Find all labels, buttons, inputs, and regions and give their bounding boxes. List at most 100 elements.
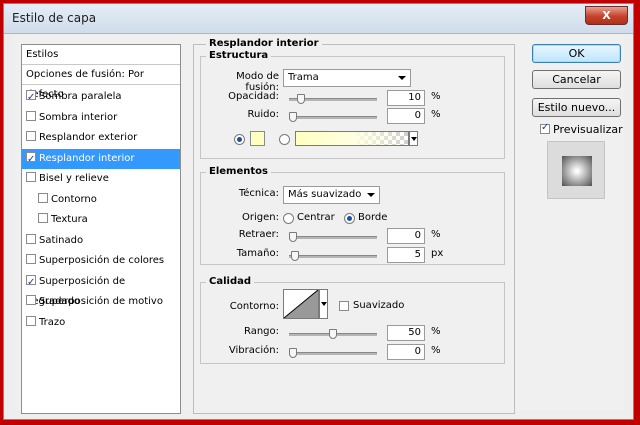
ok-button[interactable]: OK (532, 44, 621, 63)
percent-unit: % (431, 345, 441, 356)
preview-label: Previsualizar (553, 123, 623, 136)
percent-unit: % (431, 229, 441, 240)
noise-slider[interactable] (289, 112, 377, 122)
style-checkbox[interactable] (26, 110, 36, 121)
antialias-checkbox[interactable] (339, 301, 349, 311)
chevron-down-icon (321, 302, 327, 306)
size-label: Tamaño: (236, 248, 279, 259)
opacity-input[interactable]: 10 (387, 90, 425, 106)
choke-slider[interactable] (289, 232, 377, 242)
preview-swatch (562, 156, 592, 186)
gradient-dropdown[interactable] (409, 131, 418, 146)
style-item-4[interactable]: Bisel y relieve (22, 169, 180, 189)
style-checkbox[interactable] (26, 88, 36, 108)
origin-center-label[interactable]: Centrar (297, 212, 335, 223)
style-item-label: Contorno (51, 193, 97, 205)
style-item-2[interactable]: Resplandor exterior (22, 128, 180, 148)
slider-thumb[interactable] (289, 348, 297, 358)
technique-value: Más suavizado (288, 189, 362, 200)
origin-label: Origen: (242, 212, 279, 223)
style-checkbox[interactable] (26, 233, 36, 244)
chevron-down-icon (398, 76, 406, 80)
choke-label: Retraer: (238, 229, 279, 240)
antialias-label[interactable]: Suavizado (353, 300, 404, 311)
style-item-6[interactable]: Textura (22, 210, 180, 230)
quality-title: Calidad (206, 276, 255, 287)
size-slider[interactable] (289, 251, 377, 261)
origin-edge-radio[interactable] (344, 213, 355, 224)
new-style-button[interactable]: Estilo nuevo... (532, 98, 621, 117)
style-preview (547, 141, 605, 199)
opacity-label: Opacidad: (228, 91, 279, 102)
jitter-slider[interactable] (289, 348, 377, 358)
style-item-label: Resplandor exterior (39, 132, 138, 143)
style-item-label: Bisel y relieve (39, 173, 109, 184)
style-item-8[interactable]: Superposición de colores (22, 251, 180, 271)
percent-unit: % (431, 326, 441, 337)
choke-input[interactable]: 0 (387, 228, 425, 244)
contour-dropdown[interactable] (319, 289, 328, 319)
slider-thumb[interactable] (290, 251, 299, 261)
percent-unit: % (431, 109, 441, 120)
range-input[interactable]: 50 (387, 325, 425, 341)
style-item-label: Trazo (39, 316, 66, 328)
style-item-3[interactable]: Resplandor interior (22, 148, 180, 170)
style-item-10[interactable]: Superposición de motivo (22, 292, 180, 312)
style-item-9[interactable]: Superposición de degradado (22, 272, 180, 307)
style-checkbox[interactable] (38, 192, 48, 203)
style-checkbox[interactable] (26, 131, 36, 141)
chevron-down-icon (367, 193, 375, 197)
styles-list-header[interactable]: Estilos (22, 45, 180, 65)
window-title: Estilo de capa (12, 11, 97, 25)
blend-mode-value: Trama (288, 72, 319, 83)
style-checkbox[interactable] (26, 295, 36, 305)
style-item-11[interactable]: Trazo (22, 313, 180, 333)
contour-curve-icon (283, 289, 319, 319)
close-button[interactable]: X (585, 6, 628, 25)
style-item-7[interactable]: Satinado (22, 231, 180, 251)
origin-center-radio[interactable] (283, 213, 294, 224)
structure-title: Estructura (206, 50, 272, 61)
glow-color-swatch[interactable] (250, 131, 265, 146)
style-checkbox[interactable] (26, 172, 36, 182)
preview-toggle[interactable]: Previsualizar (540, 122, 623, 136)
style-checkbox[interactable] (26, 273, 36, 293)
size-input[interactable]: 5 (387, 247, 425, 263)
slider-thumb[interactable] (289, 112, 297, 122)
contour-label: Contorno: (229, 301, 279, 312)
blending-options-item[interactable]: Opciones de fusión: Por defecto (22, 65, 180, 100)
solid-color-radio[interactable] (234, 134, 245, 145)
opacity-slider[interactable] (289, 94, 377, 104)
technique-select[interactable]: Más suavizado (283, 186, 380, 204)
panel-title: Resplandor interior (206, 38, 322, 49)
gradient-radio[interactable] (279, 134, 290, 145)
style-item-label: Sombra paralela (39, 91, 122, 102)
blend-mode-select[interactable]: Trama (283, 69, 411, 87)
preview-checkbox[interactable] (540, 122, 550, 134)
slider-thumb[interactable] (289, 232, 297, 242)
percent-unit: % (431, 91, 441, 102)
range-slider[interactable] (289, 329, 377, 339)
style-item-5[interactable]: Contorno (22, 190, 180, 210)
style-checkbox[interactable] (26, 315, 36, 326)
style-item-0[interactable]: Sombra paralela (22, 87, 180, 108)
style-item-1[interactable]: Sombra interior (22, 108, 180, 128)
style-checkbox[interactable] (26, 254, 36, 264)
origin-edge-label[interactable]: Borde (358, 212, 387, 223)
jitter-input[interactable]: 0 (387, 344, 425, 360)
style-item-label: Textura (51, 214, 88, 225)
slider-thumb[interactable] (297, 94, 305, 104)
style-item-label: Sombra interior (39, 111, 118, 123)
style-checkbox[interactable] (38, 213, 48, 223)
style-checkbox[interactable] (26, 150, 36, 170)
styles-list: Estilos Opciones de fusión: Por defecto … (21, 44, 181, 414)
title-bar[interactable]: Estilo de capa X (4, 4, 633, 34)
cancel-button[interactable]: Cancelar (532, 70, 621, 89)
gradient-picker[interactable] (295, 131, 409, 146)
slider-thumb[interactable] (329, 329, 337, 339)
noise-label: Ruido: (247, 109, 279, 120)
layer-style-dialog: Estilo de capa X Estilos Opciones de fus… (3, 3, 634, 420)
noise-input[interactable]: 0 (387, 108, 425, 124)
contour-picker[interactable] (283, 289, 319, 319)
dialog-body: Estilos Opciones de fusión: Por defecto … (13, 36, 624, 414)
